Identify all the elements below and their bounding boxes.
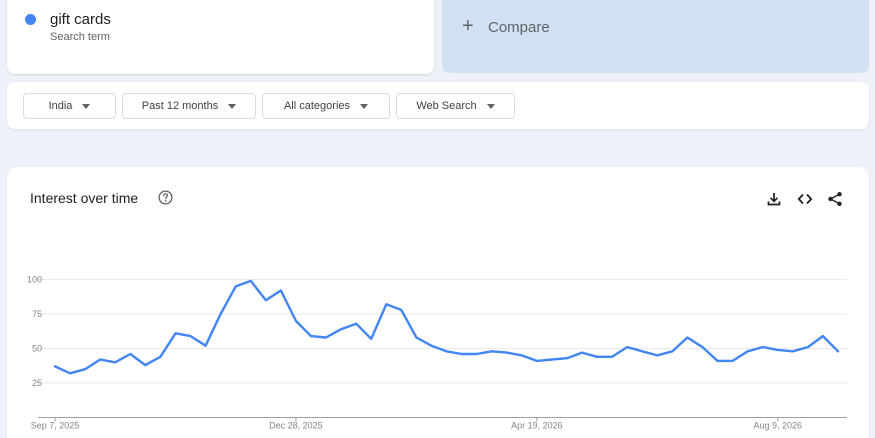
search-term-card[interactable]: gift cards Search term: [7, 0, 434, 74]
caret-down-icon: [82, 103, 91, 109]
y-axis-labels: 25 50 75 100: [27, 275, 42, 389]
region-filter[interactable]: India: [23, 93, 116, 119]
chart-grid: [38, 279, 847, 384]
time-range-filter[interactable]: Past 12 months: [122, 93, 256, 119]
series-color-dot: [25, 14, 36, 25]
time-range-filter-label: Past 12 months: [141, 100, 219, 112]
category-filter-label: All categories: [283, 100, 351, 112]
series-line: [53, 279, 840, 375]
x-tick-label: Aug 9, 2026: [753, 421, 802, 431]
y-tick-label: 50: [32, 344, 42, 354]
region-filter-label: India: [48, 100, 73, 112]
y-tick-label: 25: [32, 378, 42, 388]
category-filter[interactable]: All categories: [262, 93, 390, 119]
x-axis-ticks: Sep 7, 2025 Dec 28, 2025 Apr 19, 2026 Aug 9…: [31, 417, 802, 431]
y-tick-label: 75: [32, 309, 42, 319]
caret-down-icon: [228, 103, 237, 109]
search-type-filter-label: Web Search: [416, 100, 477, 112]
compare-label: Compare: [488, 19, 550, 36]
interest-line-chart: 25 50 75 100 Sep 7, 2025 Dec 28, 2025 Apr 19,…: [27, 275, 847, 431]
x-tick-label: Sep 7, 2025: [31, 421, 80, 431]
plus-icon: +: [462, 15, 474, 37]
caret-down-icon: [486, 103, 495, 109]
interest-over-time-card: Interest over time 25 50 75 100 Sep 7, 2025…: [7, 167, 869, 438]
filter-bar: India Past 12 months All categories Web …: [7, 82, 869, 129]
search-term-subtitle: Search term: [50, 31, 110, 43]
x-tick-label: Dec 28, 2025: [269, 421, 323, 431]
x-tick-label: Apr 19, 2026: [511, 421, 563, 431]
y-tick-label: 100: [27, 275, 42, 285]
caret-down-icon: [360, 103, 369, 109]
search-term-name: gift cards: [50, 11, 111, 28]
search-type-filter[interactable]: Web Search: [396, 93, 515, 119]
compare-button[interactable]: + Compare: [442, 0, 869, 73]
